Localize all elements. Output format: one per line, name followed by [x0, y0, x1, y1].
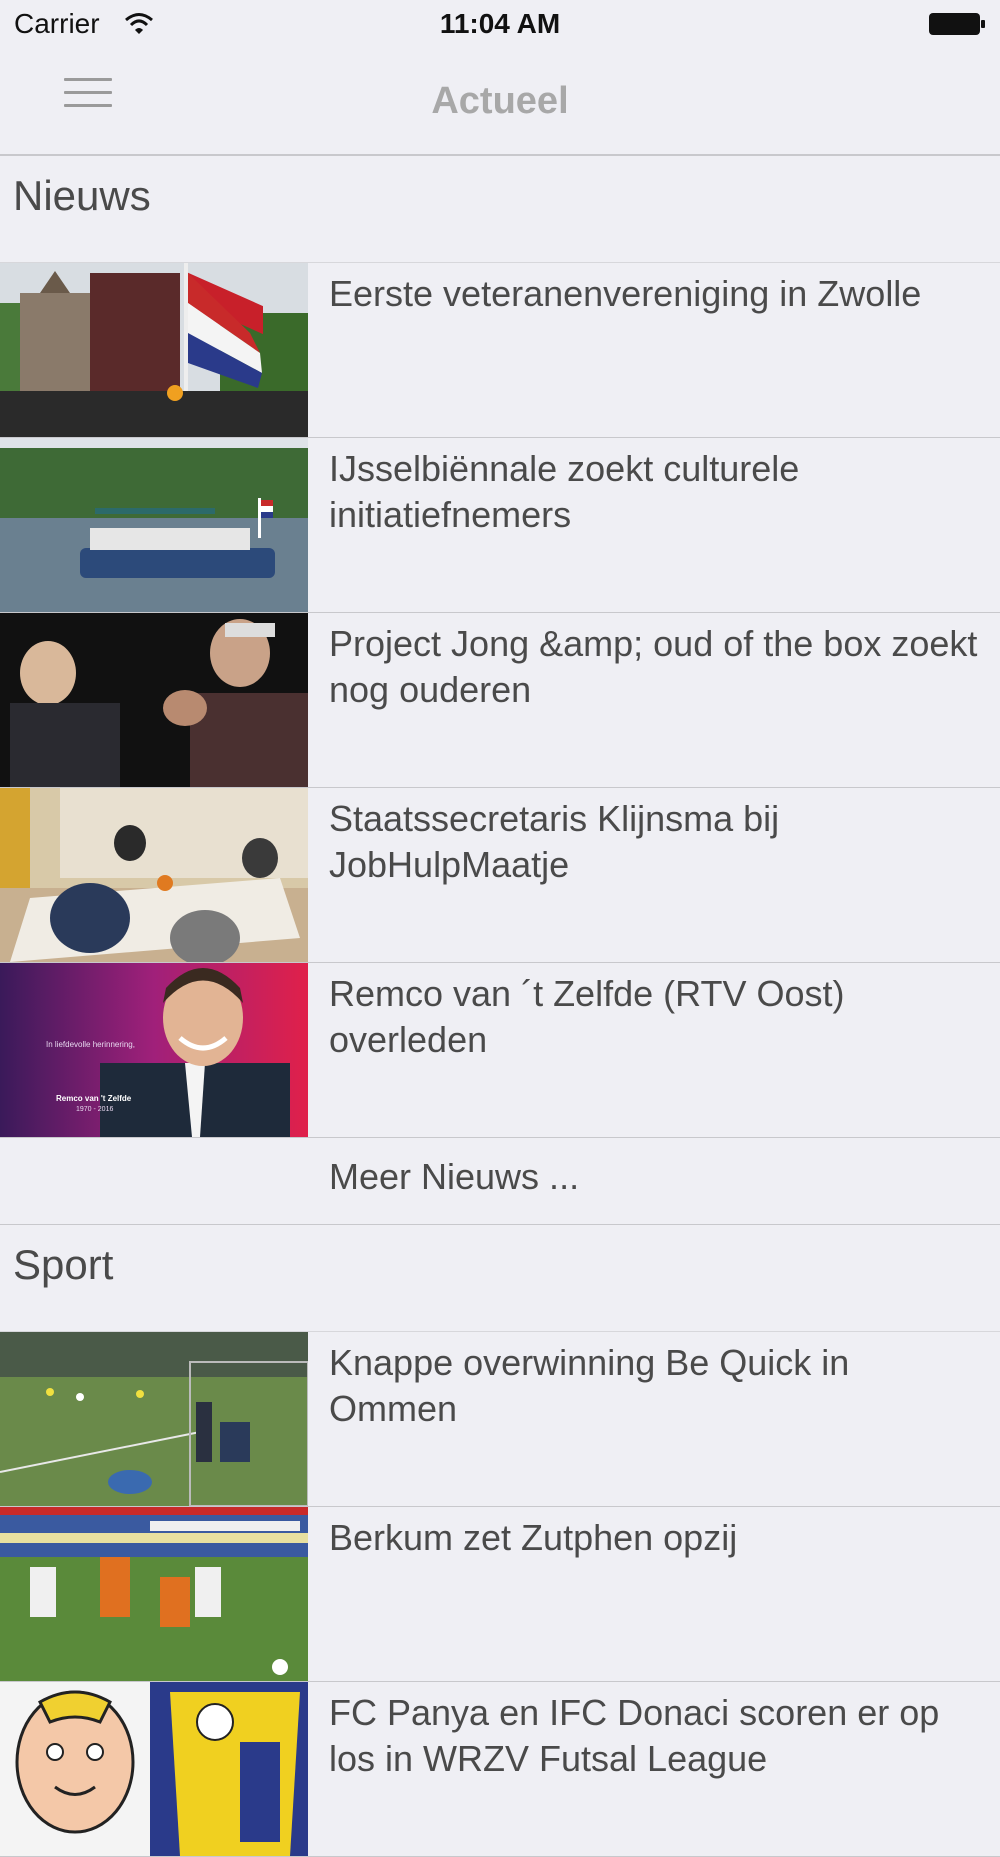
list-item[interactable]: In liefdevolle herinnering, Remco van 't…: [0, 963, 1000, 1138]
list-item[interactable]: Staatssecretaris Klijnsma bij JobHulpMaa…: [0, 788, 1000, 963]
list-item[interactable]: Project Jong &amp; oud of the box zoekt …: [0, 613, 1000, 788]
battery-icon: [928, 12, 986, 41]
news-title: Remco van ´t Zelfde (RTV Oost) overleden: [329, 973, 845, 1060]
news-list: Eerste veteranenvereniging in Zwolle IJs…: [0, 262, 1000, 1138]
news-thumbnail: [0, 788, 308, 962]
list-item[interactable]: Knappe overwinning Be Quick in Ommen: [0, 1331, 1000, 1507]
list-item[interactable]: Eerste veteranenvereniging in Zwolle: [0, 262, 1000, 438]
sport-title: Berkum zet Zutphen opzij: [329, 1517, 738, 1558]
more-news-row[interactable]: Meer Nieuws ...: [0, 1138, 1000, 1225]
news-title: Eerste veteranenvereniging in Zwolle: [329, 273, 922, 314]
news-thumbnail: [0, 263, 308, 437]
page-title: Actueel: [431, 80, 569, 122]
memorial-caption: In liefdevolle herinnering,: [46, 1040, 135, 1049]
content-list: Nieuws Eerste veteranenvereniging in Zwo…: [0, 156, 1000, 1857]
status-time: 11:04 AM: [439, 8, 561, 39]
list-item[interactable]: IJsselbiënnale zoekt culturele initiatie…: [0, 438, 1000, 613]
memorial-years: 1970 - 2016: [76, 1106, 113, 1113]
news-thumbnail: [0, 438, 308, 612]
sport-title: FC Panya en IFC Donaci scoren er op los …: [329, 1692, 940, 1779]
sport-thumbnail: [0, 1682, 308, 1856]
memorial-name: Remco van 't Zelfde: [56, 1094, 132, 1103]
more-news-link[interactable]: Meer Nieuws ...: [329, 1156, 579, 1198]
section-title: Nieuws: [13, 172, 151, 219]
status-bar: Carrier 11:04 AM: [0, 0, 1000, 50]
news-title: Staatssecretaris Klijnsma bij JobHulpMaa…: [329, 798, 780, 885]
nav-bar: Actueel: [0, 50, 1000, 156]
news-thumbnail: In liefdevolle herinnering, Remco van 't…: [0, 963, 308, 1137]
news-title: Project Jong &amp; oud of the box zoekt …: [329, 623, 978, 710]
section-title: Sport: [13, 1241, 114, 1288]
sport-list: Knappe overwinning Be Quick in Ommen Ber…: [0, 1331, 1000, 1857]
sport-title: Knappe overwinning Be Quick in Ommen: [329, 1342, 850, 1429]
sport-thumbnail: [0, 1332, 308, 1506]
section-header-nieuws: Nieuws: [0, 156, 1000, 262]
list-item[interactable]: FC Panya en IFC Donaci scoren er op los …: [0, 1682, 1000, 1857]
news-title: IJsselbiënnale zoekt culturele initiatie…: [329, 448, 800, 535]
section-header-sport: Sport: [0, 1225, 1000, 1331]
news-thumbnail: [0, 613, 308, 787]
sport-thumbnail: [0, 1507, 308, 1681]
list-item[interactable]: Berkum zet Zutphen opzij: [0, 1507, 1000, 1682]
